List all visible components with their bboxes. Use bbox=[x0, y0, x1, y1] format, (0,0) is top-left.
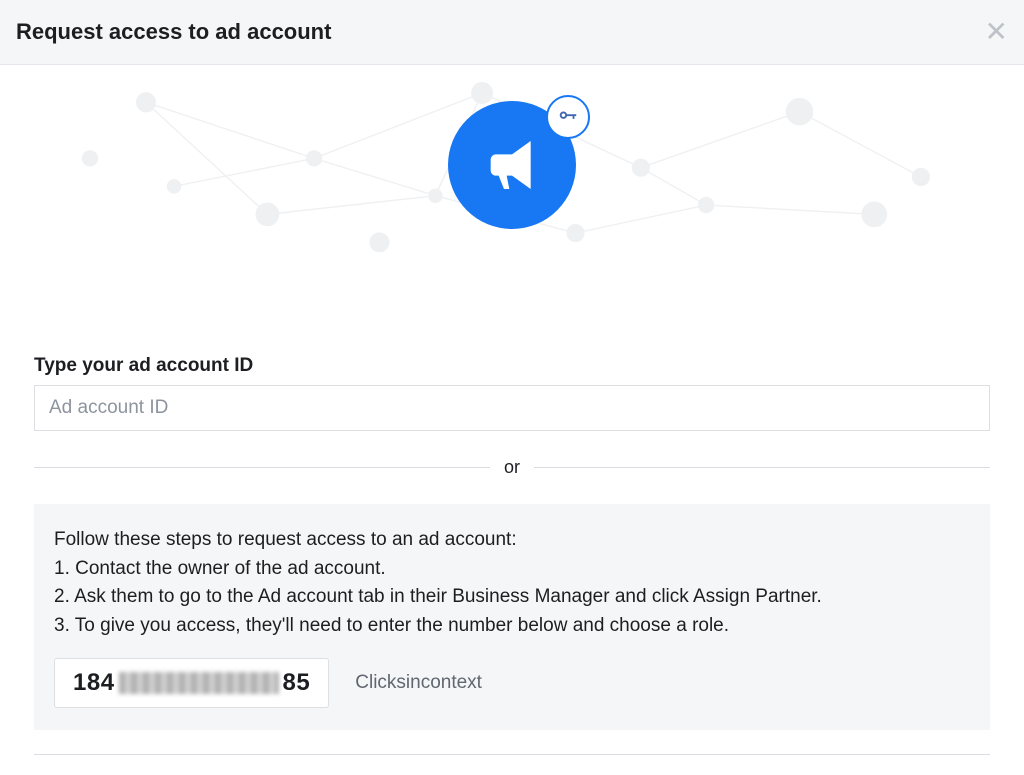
separator-line-left bbox=[34, 467, 490, 468]
hero-badge bbox=[448, 101, 576, 229]
separator-text: or bbox=[504, 457, 520, 478]
dialog-content: Type your ad account ID or Follow these … bbox=[0, 65, 1024, 775]
close-icon[interactable]: ✕ bbox=[985, 18, 1008, 46]
instructions-step-3: 3. To give you access, they'll need to e… bbox=[54, 612, 970, 641]
input-label: Type your ad account ID bbox=[34, 355, 990, 377]
instructions-step-2: 2. Ask them to go to the Ad account tab … bbox=[54, 583, 970, 612]
share-id-row: 184 85 Clicksincontext bbox=[54, 658, 970, 708]
business-id-prefix: 184 bbox=[73, 669, 115, 697]
instructions-box: Follow these steps to request access to … bbox=[34, 504, 990, 730]
business-name: Clicksincontext bbox=[355, 672, 482, 694]
key-icon bbox=[546, 95, 590, 139]
instructions-intro: Follow these steps to request access to … bbox=[54, 526, 970, 555]
instructions-step-1: 1. Contact the owner of the ad account. bbox=[54, 555, 970, 584]
separator-row: or bbox=[34, 457, 990, 478]
business-id-redacted bbox=[119, 672, 279, 694]
dialog-title: Request access to ad account bbox=[16, 19, 331, 45]
dialog-header: Request access to ad account ✕ bbox=[0, 0, 1024, 65]
business-id-box[interactable]: 184 85 bbox=[54, 658, 329, 708]
ad-account-id-input[interactable] bbox=[34, 385, 990, 431]
separator-line-right bbox=[534, 467, 990, 468]
megaphone-icon bbox=[448, 101, 576, 229]
business-id-suffix: 85 bbox=[283, 669, 311, 697]
instructions-text: Follow these steps to request access to … bbox=[54, 526, 970, 640]
bottom-divider bbox=[34, 754, 990, 755]
hero-area bbox=[34, 65, 990, 265]
